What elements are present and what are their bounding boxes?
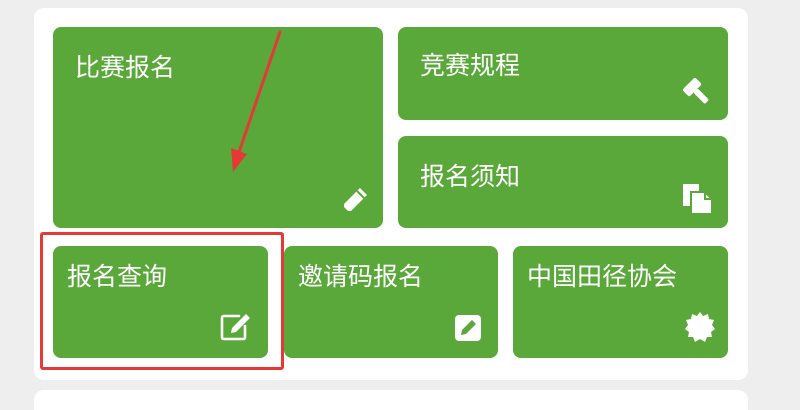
tile-registration-query[interactable]: 报名查询 (53, 246, 268, 358)
tile-label: 竞赛规程 (420, 51, 521, 80)
edit-square-icon (220, 314, 250, 341)
pencil-icon (344, 188, 367, 211)
pencil-square-icon (455, 315, 481, 341)
tile-invitation-code-registration[interactable]: 邀请码报名 (284, 246, 498, 358)
tile-chinese-athletics-association[interactable]: 中国田径协会 (513, 246, 728, 358)
tile-match-registration[interactable]: 比赛报名 (53, 27, 383, 228)
tile-competition-rules[interactable]: 竞赛规程 (398, 27, 728, 120)
tile-label: 报名须知 (420, 162, 521, 191)
next-panel-edge (34, 390, 748, 410)
tile-label: 比赛报名 (75, 53, 176, 82)
badge-seal-icon (685, 312, 715, 342)
gavel-icon (682, 77, 709, 104)
tile-label: 中国田径协会 (527, 262, 678, 291)
tile-label: 报名查询 (67, 262, 168, 291)
tile-label: 邀请码报名 (298, 262, 424, 291)
tile-registration-notice[interactable]: 报名须知 (398, 136, 728, 228)
document-copy-icon (683, 184, 713, 215)
